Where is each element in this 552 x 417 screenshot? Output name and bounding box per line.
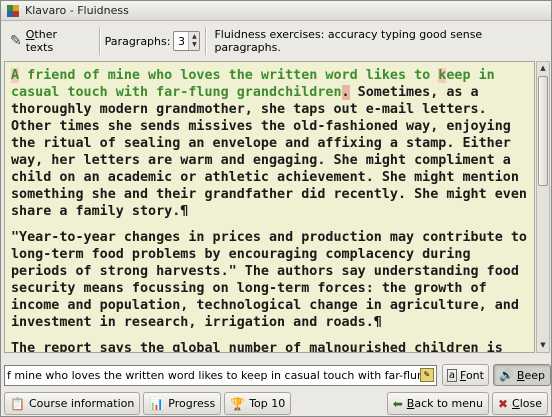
beep-button-label: Beep xyxy=(516,368,545,382)
paragraph-1: A friend of mine who loves the written w… xyxy=(5,67,534,220)
back-arrow-icon: ⬅ xyxy=(392,396,403,411)
text-cursor: . xyxy=(341,85,350,100)
klavaro-app-icon xyxy=(6,4,20,18)
other-texts-label: Other texts xyxy=(25,28,57,54)
close-icon: ✖ xyxy=(497,396,509,411)
progress-chart-icon: 📊 xyxy=(149,396,165,411)
vertical-scrollbar[interactable]: ▲ ▼ xyxy=(536,61,550,353)
spinner-arrows[interactable]: ▲ ▼ xyxy=(188,32,200,50)
typing-error-char: A xyxy=(11,68,20,83)
typing-entry-text[interactable]: f mine who loves the written word likes … xyxy=(5,369,420,382)
close-label: Close xyxy=(512,397,542,410)
paragraphs-label: Paragraphs: xyxy=(104,34,171,48)
untyped-text: Sometimes, as a thoroughly modern grandm… xyxy=(11,85,535,219)
font-icon: a xyxy=(446,368,458,382)
font-button[interactable]: a Font xyxy=(441,364,489,386)
beep-toggle-button[interactable]: 🔊 Beep xyxy=(492,364,551,386)
top-10-icon: 🏆 xyxy=(230,396,246,411)
top-10-button[interactable]: 🏆 Top 10 xyxy=(224,392,292,415)
paragraphs-value[interactable]: 3 xyxy=(174,35,188,48)
toolbar-separator xyxy=(205,27,207,55)
back-to-menu-button[interactable]: ⬅ Back to menu xyxy=(386,392,489,415)
close-button[interactable]: ✖ Close xyxy=(491,392,548,415)
top-10-label: Top 10 xyxy=(249,397,286,410)
course-information-label: Course information xyxy=(28,397,135,410)
paragraph-3: The report says the global number of mal… xyxy=(11,341,503,353)
spin-down-icon[interactable]: ▼ xyxy=(192,41,197,49)
input-row: f mine who loves the written word likes … xyxy=(1,363,551,387)
speaker-icon: 🔊 xyxy=(498,368,514,382)
exercise-text-area: A friend of mine who loves the written w… xyxy=(4,61,535,353)
scroll-up-icon[interactable]: ▲ xyxy=(537,62,549,75)
typing-entry[interactable]: f mine who loves the written word likes … xyxy=(4,364,437,386)
progress-button[interactable]: 📊 Progress xyxy=(143,392,222,415)
bottom-button-bar: 📋 Course information 📊 Progress 🏆 Top 10… xyxy=(1,391,551,416)
typed-text: friend of mine who loves the written wor… xyxy=(19,68,439,83)
back-to-menu-label: Back to menu xyxy=(406,397,483,410)
edit-clear-icon[interactable]: ✎ xyxy=(419,368,434,382)
title-bar: Klavaro - Fluidness xyxy=(1,1,551,21)
scroll-down-icon[interactable]: ▼ xyxy=(537,339,549,352)
paragraph-2: "Year-to-year changes in prices and prod… xyxy=(11,230,535,330)
document-edit-icon: ✎ xyxy=(10,33,22,49)
app-window: Klavaro - Fluidness ✎ Other texts Paragr… xyxy=(0,0,552,417)
scrollbar-thumb[interactable] xyxy=(538,76,548,186)
font-button-label: Font xyxy=(460,368,484,382)
spin-up-icon[interactable]: ▲ xyxy=(192,33,197,41)
course-information-button[interactable]: 📋 Course information xyxy=(4,392,141,415)
exercise-description: Fluidness exercises: accuracy typing goo… xyxy=(214,28,483,54)
toolbar-separator xyxy=(98,27,100,55)
info-icon: 📋 xyxy=(10,396,25,411)
paragraphs-spinner[interactable]: 3 ▲ ▼ xyxy=(173,31,201,51)
other-texts-button[interactable]: ✎ Other texts xyxy=(4,26,94,56)
toolbar: ✎ Other texts Paragraphs: 3 ▲ ▼ Fluidnes… xyxy=(1,22,551,60)
progress-label: Progress xyxy=(168,397,216,410)
window-title: Klavaro - Fluidness xyxy=(25,4,129,17)
